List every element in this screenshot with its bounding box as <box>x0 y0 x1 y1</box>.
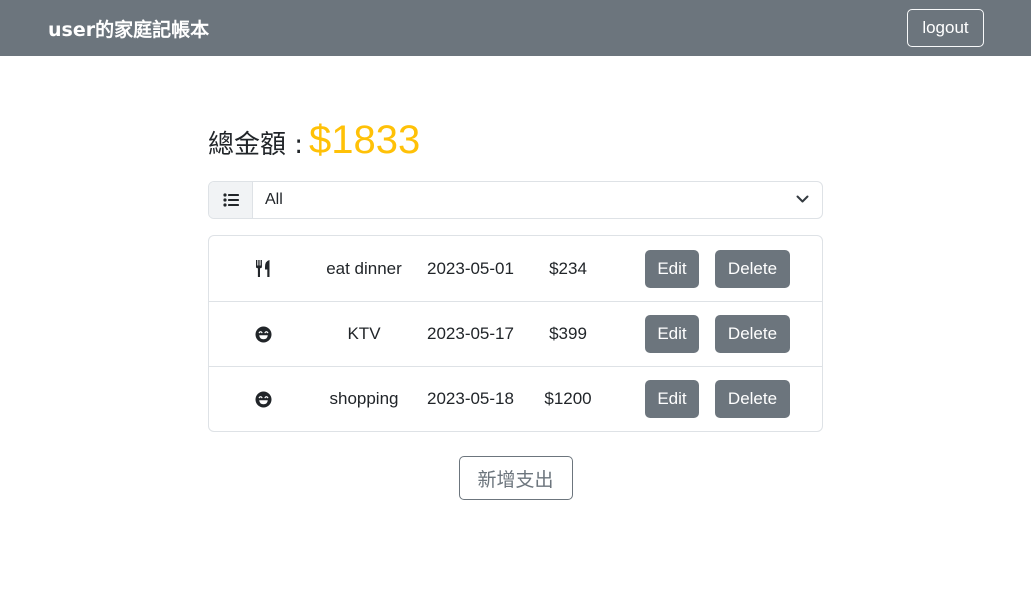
utensils-icon <box>209 260 317 277</box>
record-name: KTV <box>347 324 381 343</box>
total-amount: $1833 <box>309 118 421 162</box>
record-amount: $234 <box>549 258 587 278</box>
record-date: 2023-05-17 <box>427 324 514 343</box>
total-label: 總金額 : <box>208 130 304 160</box>
main-container: 總金額 : $1833 All eat dinner 2023-05-01 $2… <box>208 118 823 500</box>
add-expense-wrapper: 新增支出 <box>208 456 823 500</box>
edit-button[interactable]: Edit <box>645 249 699 288</box>
logout-button[interactable]: logout <box>907 9 984 47</box>
smile-icon <box>209 326 317 343</box>
record-actions: Edit Delete <box>645 380 790 418</box>
brand-title: user的家庭記帳本 <box>48 18 210 41</box>
delete-button[interactable]: Delete <box>715 249 790 288</box>
record-name: shopping <box>329 389 399 408</box>
record-date: 2023-05-01 <box>427 258 514 278</box>
record-actions: Edit Delete <box>645 315 790 353</box>
record-date: 2023-05-18 <box>427 389 514 408</box>
delete-button[interactable]: Delete <box>715 315 790 353</box>
record-amount: $1200 <box>544 389 592 408</box>
category-select-value: All <box>265 191 283 208</box>
total-summary: 總金額 : $1833 <box>208 118 823 166</box>
edit-button[interactable]: Edit <box>645 315 699 353</box>
edit-button[interactable]: Edit <box>645 380 699 418</box>
navbar: user的家庭記帳本 logout <box>0 0 1031 56</box>
list-item: KTV 2023-05-17 $399 Edit Delete <box>209 301 822 366</box>
delete-button[interactable]: Delete <box>715 380 790 418</box>
list-icon <box>209 182 253 218</box>
category-filter: All <box>208 181 823 219</box>
record-name: eat dinner <box>326 258 402 278</box>
list-item: shopping 2023-05-18 $1200 Edit Delete <box>209 366 822 431</box>
category-select[interactable]: All <box>253 182 822 218</box>
record-actions: Edit Delete <box>645 249 790 288</box>
add-expense-button[interactable]: 新增支出 <box>458 456 573 500</box>
record-list: eat dinner 2023-05-01 $234 Edit Delete K… <box>208 235 823 432</box>
smile-icon <box>209 391 317 408</box>
list-item: eat dinner 2023-05-01 $234 Edit Delete <box>209 236 822 301</box>
record-amount: $399 <box>549 324 587 343</box>
chevron-down-icon <box>796 191 809 209</box>
